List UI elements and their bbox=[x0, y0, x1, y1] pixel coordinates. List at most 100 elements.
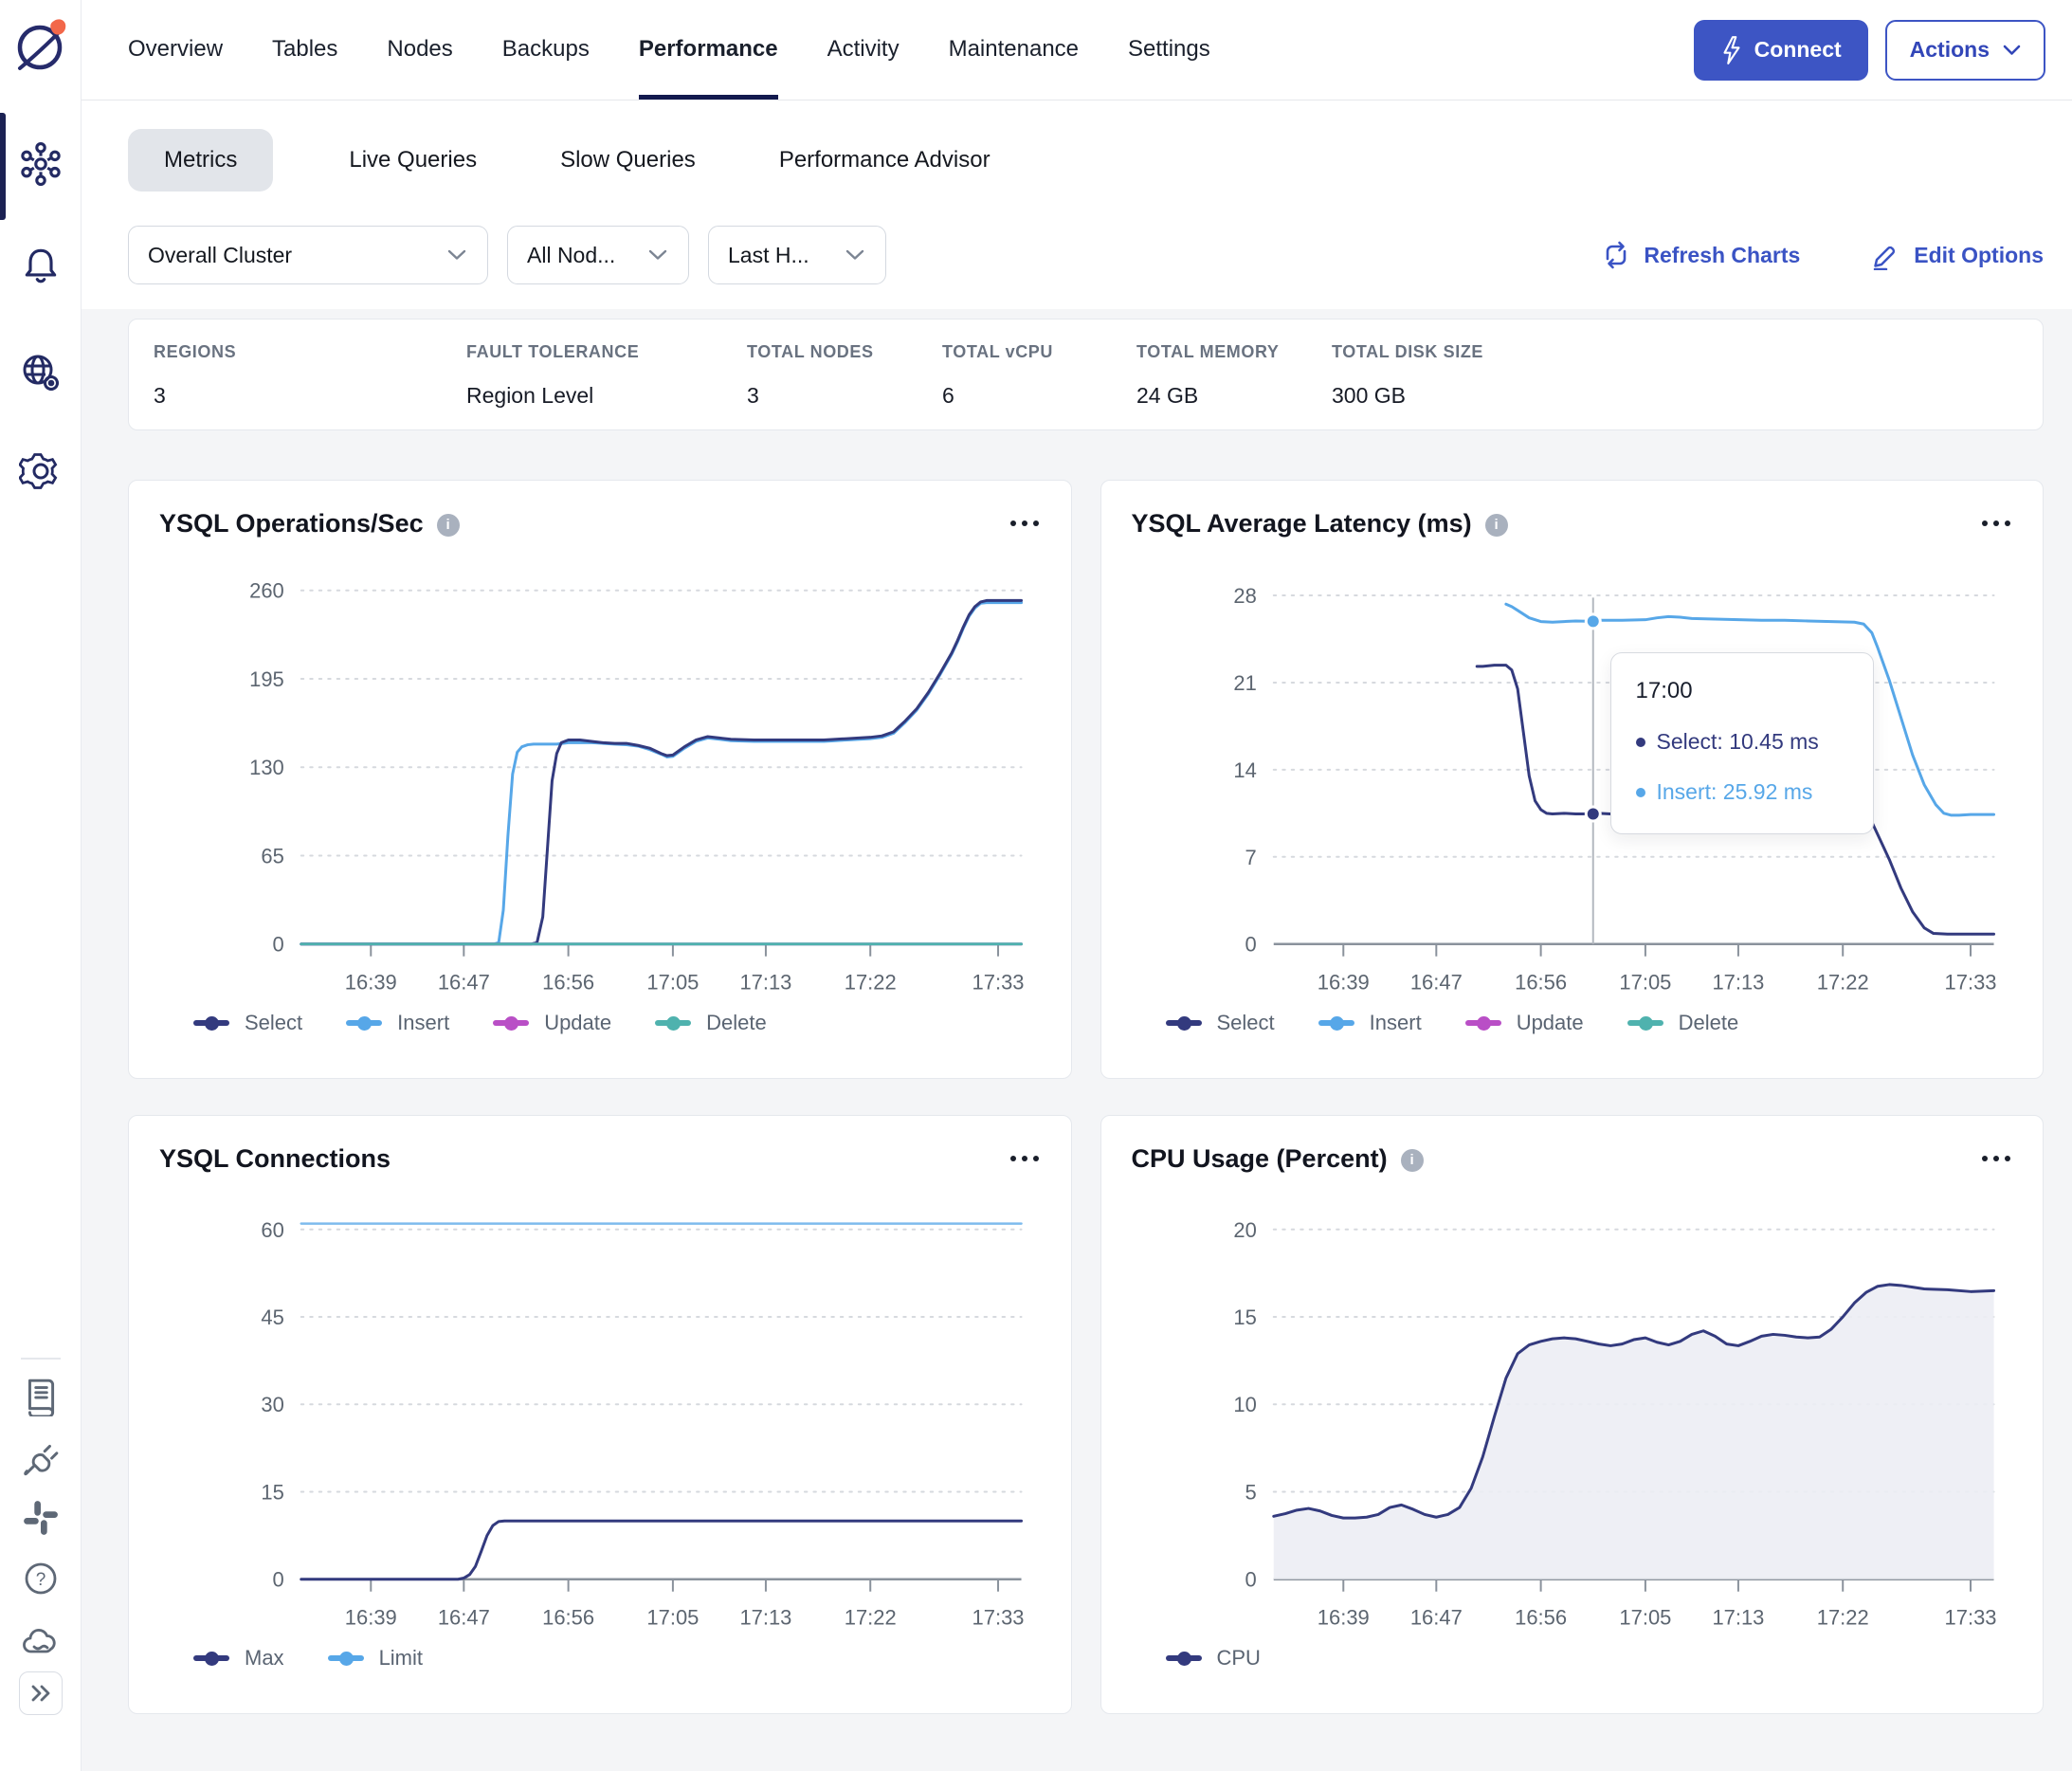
cpu-usage-plot[interactable]: 0 5 10 15 20 16:39 16:47 16:56 17:05 17:13 17:22 17… bbox=[1132, 1196, 2013, 1642]
sidebar-item-cluster[interactable] bbox=[0, 142, 82, 186]
refresh-charts-button[interactable]: Refresh Charts bbox=[1602, 240, 1800, 270]
svg-text:17:05: 17:05 bbox=[1619, 971, 1671, 995]
subtab-metrics[interactable]: Metrics bbox=[128, 129, 274, 192]
svg-text:16:47: 16:47 bbox=[1409, 971, 1462, 995]
legend-item-delete[interactable]: Delete bbox=[655, 1011, 767, 1035]
subtab-live-queries[interactable]: Live Queries bbox=[341, 147, 484, 173]
svg-text:30: 30 bbox=[261, 1393, 283, 1416]
tab-activity[interactable]: Activity bbox=[827, 0, 900, 100]
info-icon[interactable]: i bbox=[436, 513, 460, 537]
svg-text:17:13: 17:13 bbox=[739, 971, 791, 995]
double-chevron-right-icon bbox=[31, 1685, 50, 1702]
connect-button[interactable]: Connect bbox=[1693, 19, 1868, 81]
ysql-connections-plot[interactable]: 0 15 30 45 60 16:39 16:47 16:56 17:05 17:13 17:22 1… bbox=[159, 1196, 1041, 1642]
chart-menu-button[interactable] bbox=[1980, 509, 2012, 538]
chart-header: CPU Usage (Percent) i bbox=[1132, 1144, 2013, 1174]
legend-marker-icon bbox=[1165, 1651, 1202, 1666]
cluster-select[interactable]: Overall Cluster bbox=[128, 226, 488, 284]
stat-total-vcpu: TOTAL vCPU 6 bbox=[942, 342, 1136, 429]
chart-header: YSQL Operations/Sec i bbox=[159, 509, 1041, 539]
gear-icon bbox=[19, 453, 58, 489]
sidebar-item-help[interactable]: ? bbox=[0, 1561, 82, 1597]
ysql-latency-plot[interactable]: 0 7 14 21 28 16:39 16:47 16:56 17:05 17:13 17:22 17… bbox=[1132, 561, 2013, 1007]
sidebar-item-alerts[interactable] bbox=[0, 245, 82, 286]
charts-grid: YSQL Operations/Sec i 0 65 130 195 260 16:39 1… bbox=[128, 480, 2044, 1714]
legend-item-max[interactable]: Max bbox=[193, 1646, 284, 1671]
info-icon[interactable]: i bbox=[1400, 1148, 1424, 1172]
subtab-performance-advisor[interactable]: Performance Advisor bbox=[772, 147, 998, 173]
svg-text:195: 195 bbox=[249, 667, 284, 691]
actions-button[interactable]: Actions bbox=[1884, 19, 2045, 81]
app-window: ? Overview Tables Nodes Backups Performa… bbox=[0, 0, 2072, 1771]
svg-text:17:22: 17:22 bbox=[1816, 971, 1868, 995]
chart-card-ysql-operations: YSQL Operations/Sec i 0 65 130 195 260 16:39 1… bbox=[128, 480, 1072, 1079]
chart-menu-button[interactable] bbox=[1980, 1144, 2012, 1173]
svg-text:17:33: 17:33 bbox=[972, 971, 1025, 995]
chart-card-cpu-usage: CPU Usage (Percent) i 0 5 10 15 20 16:39 16:47… bbox=[1100, 1115, 2044, 1714]
chart-menu-button[interactable] bbox=[1009, 1144, 1041, 1173]
time-range-select[interactable]: Last H... bbox=[708, 226, 886, 284]
legend-marker-icon bbox=[193, 1651, 229, 1666]
stat-value: 24 GB bbox=[1136, 383, 1199, 408]
legend-label: Update bbox=[1516, 1011, 1584, 1034]
chart-header: YSQL Connections bbox=[159, 1144, 1041, 1174]
svg-text:45: 45 bbox=[261, 1305, 283, 1329]
chevron-down-icon bbox=[2003, 45, 2021, 55]
chart-menu-button[interactable] bbox=[1009, 509, 1041, 538]
legend-label: Select bbox=[245, 1011, 303, 1034]
tab-backups[interactable]: Backups bbox=[502, 0, 590, 100]
legend-item-limit[interactable]: Limit bbox=[327, 1646, 423, 1671]
tab-tables[interactable]: Tables bbox=[272, 0, 337, 100]
svg-text:10: 10 bbox=[1233, 1393, 1256, 1416]
tab-performance[interactable]: Performance bbox=[638, 0, 778, 100]
legend-marker-icon bbox=[493, 1015, 530, 1031]
stat-label: FAULT TOLERANCE bbox=[466, 342, 640, 361]
yugabyte-logo-icon[interactable] bbox=[12, 15, 69, 76]
legend-item-insert[interactable]: Insert bbox=[1318, 1011, 1422, 1035]
stat-total-memory: TOTAL MEMORY 24 GB bbox=[1136, 342, 1332, 429]
lightning-icon bbox=[1723, 35, 1740, 64]
performance-content: Metrics Live Queries Slow Queries Perfor… bbox=[82, 100, 2072, 1771]
nodes-select[interactable]: All Nod... bbox=[507, 226, 689, 284]
edit-options-button[interactable]: Edit Options bbox=[1870, 240, 2044, 270]
sidebar-expand-button[interactable] bbox=[19, 1671, 63, 1715]
legend-label: Insert bbox=[1369, 1011, 1422, 1034]
performance-subtabs: Metrics Live Queries Slow Queries Perfor… bbox=[128, 129, 2072, 192]
subtab-slow-queries[interactable]: Slow Queries bbox=[553, 147, 703, 173]
ysql-operations-plot[interactable]: 0 65 130 195 260 16:39 16:47 16:56 17:05 17:13 17:… bbox=[159, 561, 1041, 1007]
stat-total-nodes: TOTAL NODES 3 bbox=[747, 342, 942, 429]
svg-text:15: 15 bbox=[1233, 1305, 1256, 1329]
chart-actions: Refresh Charts Edit Options bbox=[1602, 240, 2044, 270]
sidebar-item-docs[interactable] bbox=[0, 1377, 82, 1416]
svg-text:60: 60 bbox=[261, 1218, 283, 1242]
sidebar-item-settings[interactable] bbox=[0, 449, 82, 493]
sidebar-item-slack[interactable] bbox=[0, 1500, 82, 1536]
svg-text:16:47: 16:47 bbox=[1409, 1606, 1462, 1630]
top-actions: Connect Actions bbox=[1693, 0, 2045, 100]
svg-text:17:22: 17:22 bbox=[845, 1606, 897, 1630]
svg-text:15: 15 bbox=[261, 1480, 283, 1504]
svg-text:0: 0 bbox=[273, 1568, 284, 1592]
legend-item-insert[interactable]: Insert bbox=[346, 1011, 449, 1035]
svg-text:17:13: 17:13 bbox=[1712, 1606, 1764, 1630]
legend-item-cpu[interactable]: CPU bbox=[1165, 1646, 1261, 1671]
sidebar-item-cloud-status[interactable] bbox=[0, 1623, 82, 1659]
sidebar-item-network[interactable] bbox=[0, 351, 82, 394]
legend-item-select[interactable]: Select bbox=[1165, 1011, 1275, 1035]
legend-marker-icon bbox=[1464, 1015, 1501, 1031]
sidebar-item-integrations[interactable] bbox=[0, 1438, 82, 1476]
chart-title: YSQL Average Latency (ms) bbox=[1131, 509, 1472, 538]
slack-icon bbox=[24, 1501, 58, 1535]
tab-maintenance[interactable]: Maintenance bbox=[949, 0, 1079, 100]
legend-label: Insert bbox=[397, 1011, 450, 1034]
main-area: Overview Tables Nodes Backups Performanc… bbox=[82, 0, 2072, 1771]
legend-item-update[interactable]: Update bbox=[493, 1011, 611, 1035]
legend-item-update[interactable]: Update bbox=[1464, 1011, 1584, 1035]
tab-nodes[interactable]: Nodes bbox=[387, 0, 452, 100]
tab-overview[interactable]: Overview bbox=[128, 0, 223, 100]
legend-item-delete[interactable]: Delete bbox=[1627, 1011, 1738, 1035]
tab-settings[interactable]: Settings bbox=[1128, 0, 1210, 100]
insert-bullet-icon bbox=[1635, 787, 1645, 797]
legend-item-select[interactable]: Select bbox=[193, 1011, 302, 1035]
info-icon[interactable]: i bbox=[1484, 513, 1508, 537]
